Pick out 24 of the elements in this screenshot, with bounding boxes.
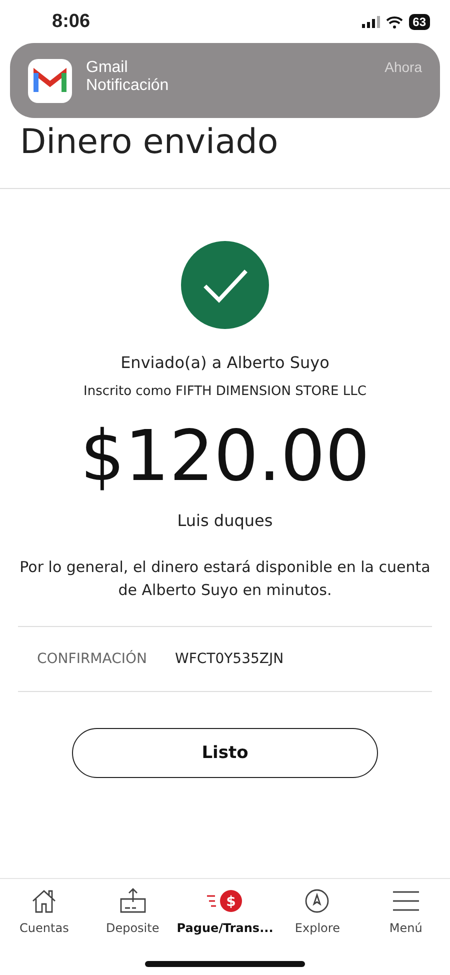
confirmation-number: WFCT0Y535ZJN [174,651,284,667]
wifi-icon [386,16,403,28]
deposit-icon [118,887,147,915]
mail-app-icon [28,58,72,102]
check-icon [181,241,269,329]
signal-icon [362,16,380,28]
notification-app: Gmail [86,59,129,77]
memo-text: Luis duques [177,511,273,530]
enrolled-text: Inscrito como FIFTH DIMENSION STORE LLC [84,384,366,399]
status-time: 8:06 [52,11,90,33]
notification-time: Ahora [384,59,422,75]
tab[interactable]: Menú [362,879,450,975]
tab[interactable]: Deposite [88,879,177,975]
page-title: Dinero enviado [20,122,280,162]
availability-note: Por lo general, el dinero estará disponible en la cuenta de Alberto Suyo en minutos. [18,557,432,601]
amount-text: $120.00 [80,415,370,497]
tab[interactable]: Explore [273,879,362,975]
recipient-text: Enviado(a) a Alberto Suyo [120,353,330,372]
compass-icon [303,887,332,915]
done-button[interactable]: Listo [72,728,378,778]
notification-message: Notificación [86,77,170,95]
tab[interactable]: Cuentas [0,879,88,975]
confirmation-label: CONFIRMACIÓN [37,651,147,667]
battery-level: 63 [408,14,430,30]
